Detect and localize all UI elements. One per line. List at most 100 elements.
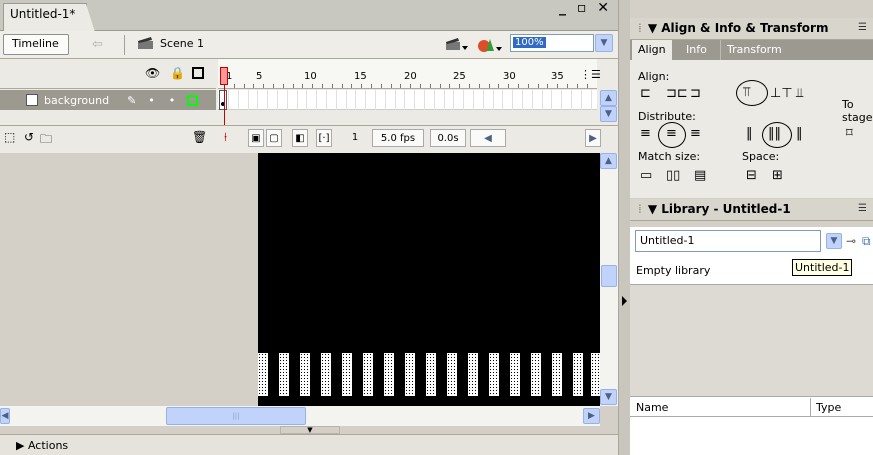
align-left-icon[interactable]: ⊏ (640, 86, 651, 101)
to-stage-icon[interactable]: ⌑ (846, 126, 853, 141)
playhead[interactable] (220, 67, 228, 85)
stage-bar[interactable] (489, 353, 499, 396)
outline-color-swatch[interactable] (187, 94, 199, 106)
trash-icon[interactable]: 🗑 (192, 130, 207, 144)
column-type-header[interactable]: Type (816, 401, 841, 414)
match-width-icon[interactable]: ▭ (640, 168, 652, 183)
zoom-input[interactable]: 100% (510, 34, 594, 52)
timeline-vscroll[interactable]: ▲ ▼ (600, 90, 618, 122)
stage-bar[interactable] (591, 353, 600, 396)
collapse-right-arrow-icon[interactable] (622, 296, 627, 306)
align-bottom-icon[interactable]: ⫫ (796, 86, 803, 101)
edit-symbol-icon[interactable] (478, 37, 502, 53)
hscroll-thumb[interactable]: ||| (166, 407, 306, 425)
scroll-up-button[interactable]: ▲ (600, 153, 617, 169)
match-both-icon[interactable]: ▤ (694, 168, 706, 183)
modify-markers-icon[interactable]: [·] (316, 129, 332, 147)
edit-multiple-icon[interactable]: ◧ (292, 129, 308, 147)
stage-hscroll[interactable]: ◀ ||| ▶ (0, 406, 600, 426)
insert-folder-icon[interactable]: 🗀 (40, 130, 52, 151)
document-tab[interactable]: Untitled-1* (3, 3, 95, 32)
stage-bar[interactable] (531, 353, 541, 396)
stage-bar[interactable] (573, 353, 583, 396)
grip-icon[interactable]: ⁞ (638, 21, 642, 35)
scroll-left-button[interactable]: ◀ (0, 408, 10, 424)
lock-dot[interactable]: • (169, 94, 176, 107)
library-document-select[interactable]: Untitled-1 (635, 230, 821, 252)
layer-row-background[interactable]: background ✎ • • (0, 90, 216, 110)
onion-outline-icon[interactable]: ▢ (266, 129, 282, 147)
panel-divider[interactable] (618, 0, 630, 455)
frame-rate[interactable]: 5.0 fps (372, 129, 424, 147)
actions-panel-header[interactable]: ▶ Actions (0, 434, 618, 455)
zoom-dropdown-button[interactable]: ▼ (595, 34, 613, 52)
stage-vscroll[interactable]: ▲ ▼ (600, 153, 618, 406)
stage-bar[interactable] (363, 353, 373, 396)
tab-info[interactable]: Info (680, 40, 713, 60)
stage-bar[interactable] (384, 353, 394, 396)
align-horizontal-center-icon[interactable]: ⊐⊏ (666, 86, 688, 101)
center-frame-icon[interactable]: ⍿ (224, 130, 227, 145)
show-hide-eye-icon[interactable]: 👁 (145, 66, 160, 80)
panel-options-icon[interactable]: ☰ (858, 22, 867, 33)
motion-guide-icon[interactable]: ↺ (24, 130, 34, 144)
stage-bar[interactable] (321, 353, 331, 396)
outline-icon[interactable] (192, 67, 204, 79)
stage-bar[interactable] (258, 353, 268, 396)
match-height-icon[interactable]: ▯▯ (666, 168, 680, 183)
vscroll-thumb[interactable] (601, 265, 617, 287)
timeline-menu-icon[interactable]: ⋮☰ (580, 68, 601, 81)
timeline-scroll-right[interactable]: ▶ (585, 129, 601, 147)
align-vertical-center-icon[interactable]: ⊥⊤ (770, 86, 793, 101)
tab-transform[interactable]: Transform (720, 40, 788, 60)
space-horizontal-icon[interactable]: ⊞ (772, 168, 783, 183)
timeline-scroll-left[interactable]: ◀ (470, 129, 506, 147)
align-top-icon[interactable] (736, 80, 768, 106)
scroll-down-button[interactable]: ▼ (600, 389, 617, 405)
collapse-panel-arrow[interactable]: ▼ (280, 426, 340, 434)
scroll-up-button[interactable]: ▲ (600, 90, 617, 106)
tab-align[interactable]: Align (632, 40, 672, 60)
stage-canvas[interactable] (258, 153, 600, 406)
back-arrow-icon[interactable]: ⇦ (92, 37, 103, 52)
layer-name[interactable]: background (44, 94, 109, 107)
scroll-down-button[interactable]: ▼ (600, 106, 617, 122)
stage-bar[interactable] (468, 353, 478, 396)
onion-skin-icon[interactable]: ▣ (248, 129, 264, 147)
insert-layer-icon[interactable]: ⬚ (4, 130, 15, 144)
frames-row[interactable] (218, 90, 597, 110)
grip-icon[interactable]: ⁞ (638, 202, 642, 216)
column-name-header[interactable]: Name (636, 401, 668, 414)
stage-bar[interactable] (552, 353, 562, 396)
scroll-right-button[interactable]: ▶ (583, 408, 600, 424)
distribute-left-icon[interactable]: ‖ (746, 126, 753, 141)
stage-bar[interactable] (405, 353, 415, 396)
playhead-line (224, 85, 225, 125)
pin-library-icon[interactable]: ⊸ (846, 234, 856, 248)
stage-bar[interactable] (510, 353, 520, 396)
stage-bar[interactable] (342, 353, 352, 396)
distribute-right-icon[interactable]: ‖ (796, 126, 803, 141)
stage-bar[interactable] (426, 353, 436, 396)
library-panel-header[interactable]: ⁞ ▼ Library - Untitled-1 ☰ (630, 199, 873, 221)
space-vertical-icon[interactable]: ⊟ (746, 168, 757, 183)
column-separator[interactable] (810, 398, 811, 416)
lock-icon[interactable]: 🔒 (170, 66, 185, 80)
stage-bar[interactable] (447, 353, 457, 396)
align-right-icon[interactable]: ⊐ (690, 86, 701, 101)
timeline-toggle-button[interactable]: Timeline (3, 34, 69, 55)
new-library-panel-icon[interactable]: ⧉ (862, 234, 871, 249)
visibility-dot[interactable]: • (148, 94, 155, 107)
library-dropdown-button[interactable]: ▼ (826, 233, 842, 249)
keyframe[interactable] (219, 90, 227, 110)
edit-scene-icon[interactable] (446, 37, 468, 51)
scene-label[interactable]: Scene 1 (160, 37, 204, 50)
frame-ruler[interactable]: 1 5 10 15 20 25 30 35 ⋮☰ (218, 59, 601, 89)
align-panel-header[interactable]: ⁞ ▼ Align & Info & Transform ☰ (630, 18, 873, 40)
distribute-bottom-icon[interactable]: ≡ (690, 126, 701, 141)
stage-bar[interactable] (300, 353, 310, 396)
panel-options-icon[interactable]: ☰ (858, 203, 867, 214)
stage-bar[interactable] (279, 353, 289, 396)
window-controls[interactable]: _ ▫ ✕ (559, 0, 612, 16)
distribute-top-icon[interactable]: ≡ (640, 126, 651, 141)
